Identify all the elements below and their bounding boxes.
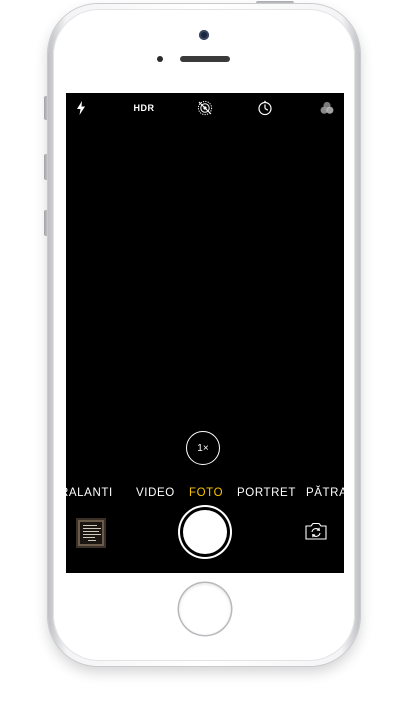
thumbnail-text-line [88,540,96,541]
live-photo-off-icon[interactable] [196,100,214,116]
shutter-button[interactable] [183,510,227,554]
earpiece-speaker [180,56,230,62]
front-camera [199,30,209,40]
thumbnail-text-line [83,531,99,532]
thumbnail-text-line [83,525,97,526]
mode-slow-motion[interactable]: RALANTI [66,487,113,499]
mode-photo[interactable]: FOTO [189,487,223,499]
zoom-label: 1× [197,442,209,454]
mode-square[interactable]: PĂTRAT [306,487,344,499]
thumbnail-text-line [83,537,95,538]
thumbnail-text-line [83,534,101,535]
proximity-sensor [157,56,163,62]
last-photo-thumbnail[interactable] [76,518,106,548]
camera-bottom-bar [66,507,344,573]
timer-icon[interactable] [256,100,274,116]
zoom-button[interactable]: 1× [186,431,220,465]
mode-portrait[interactable]: PORTRET [237,487,296,499]
thumbnail-text-line [83,528,101,529]
mode-selector: RALANTI VIDEO FOTO PORTRET PĂTRAT [66,485,344,503]
flip-camera-icon[interactable] [304,521,328,541]
stage: HDR 1× ALANTI VIDEO FOTO PORTRET PĂTRA [0,0,418,726]
camera-screen: HDR 1× ALANTI VIDEO FOTO PORTRET PĂTRA [66,93,344,573]
filters-icon[interactable] [318,100,336,116]
camera-top-bar: HDR [66,93,344,123]
hdr-toggle[interactable]: HDR [130,100,158,116]
home-button[interactable] [179,583,231,635]
flash-icon[interactable] [74,100,88,116]
hdr-label: HDR [133,103,155,113]
mode-video[interactable]: VIDEO [136,487,175,499]
thumbnail-image [80,522,102,544]
